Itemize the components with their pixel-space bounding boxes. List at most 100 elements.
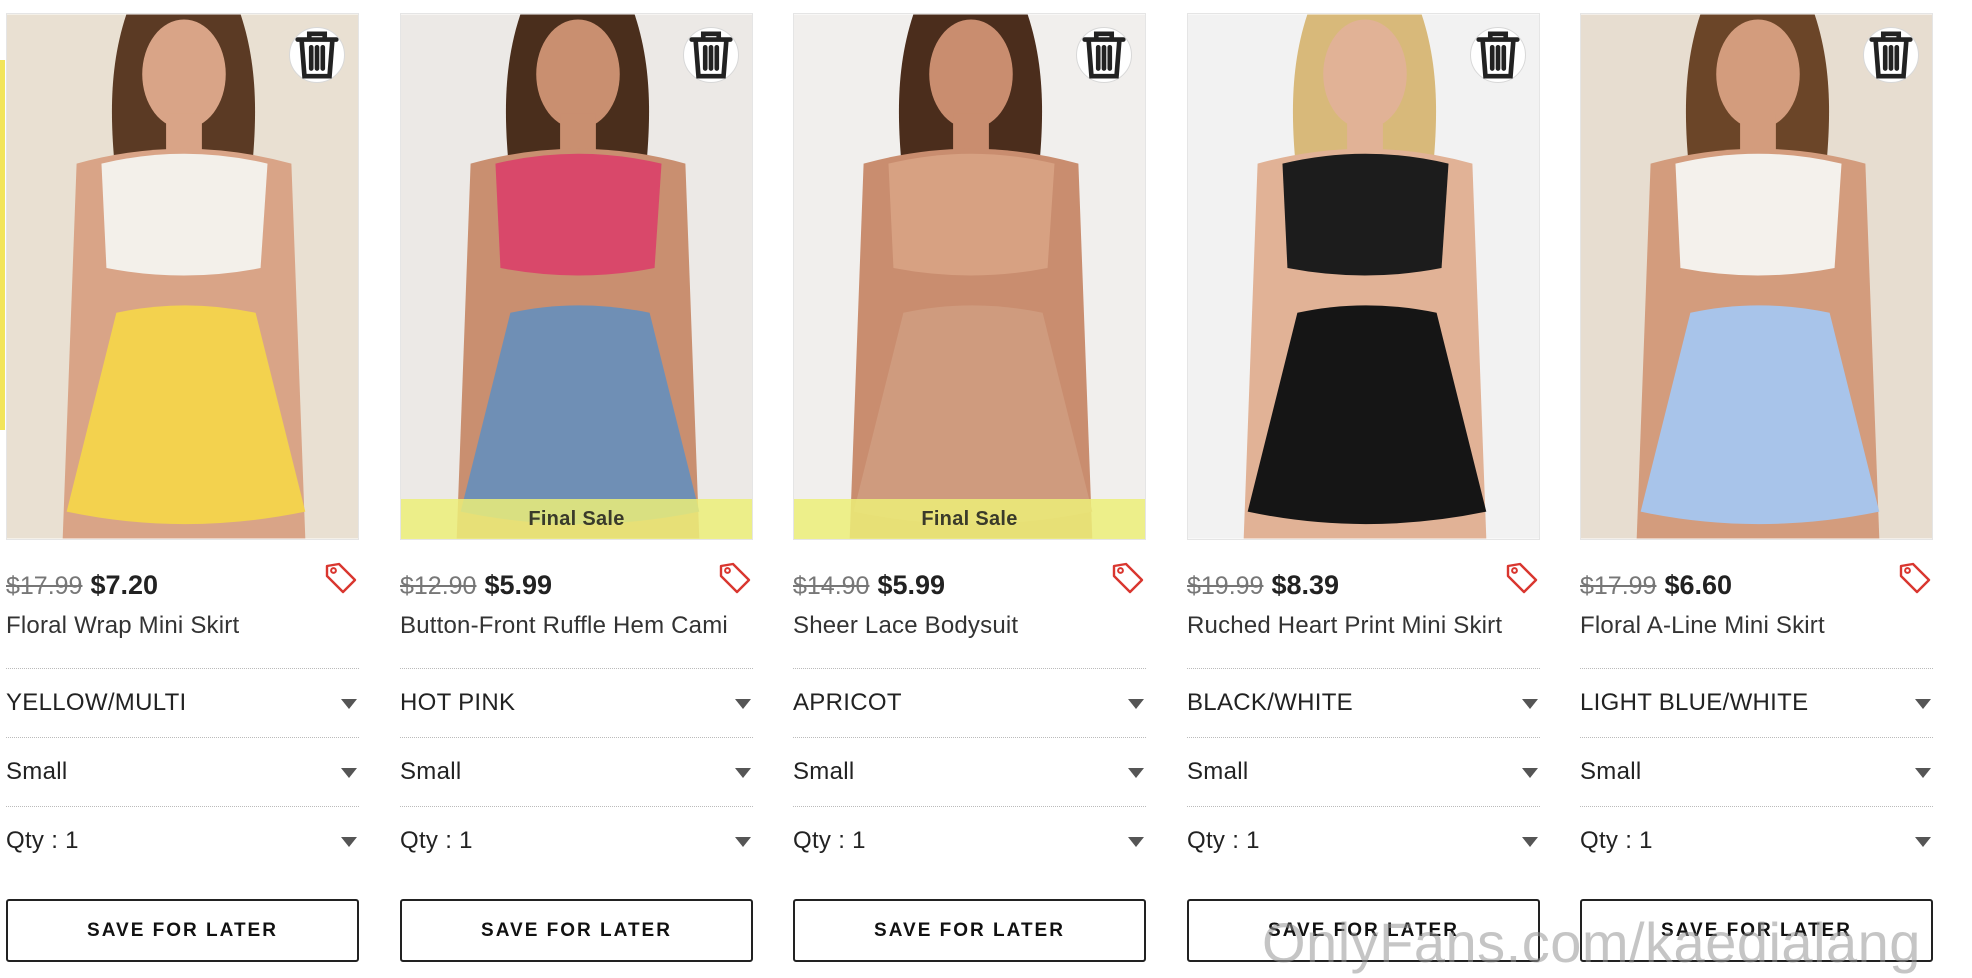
color-value: BLACK/WHITE [1187, 689, 1353, 716]
watermark: OnlyFans.com/kaedialang [1262, 911, 1921, 974]
price-row: $17.99 $6.60 [1580, 562, 1933, 608]
trash-icon [1476, 31, 1520, 79]
chevron-down-icon [1915, 699, 1931, 709]
color-select[interactable]: BLACK/WHITE [1187, 669, 1540, 738]
save-for-later-button[interactable]: SAVE FOR LATER [6, 899, 359, 962]
price-tag-icon[interactable] [1110, 560, 1146, 596]
save-for-later-button[interactable]: SAVE FOR LATER [793, 899, 1146, 962]
chevron-down-icon [1128, 699, 1144, 709]
delete-button[interactable] [1863, 27, 1919, 83]
size-value: Small [793, 758, 855, 785]
color-value: YELLOW/MULTI [6, 689, 187, 716]
size-select[interactable]: Small [1187, 738, 1540, 807]
product-card: $19.99 $8.39 Ruched Heart Print Mini Skir… [1187, 13, 1540, 962]
chevron-down-icon [735, 837, 751, 847]
model-photo [794, 14, 1145, 539]
quantity-select[interactable]: Qty : 1 [1580, 807, 1933, 875]
model-face [929, 19, 1013, 129]
price-tag-icon[interactable] [717, 560, 753, 596]
size-value: Small [1580, 758, 1642, 785]
chevron-down-icon [1915, 837, 1931, 847]
original-price: $12.90 [400, 572, 477, 600]
model-face [1323, 19, 1407, 129]
product-card: Final Sale $14.90 $5.99 Sheer Lace Bodysu… [793, 13, 1146, 962]
product-name[interactable]: Sheer Lace Bodysuit [793, 612, 1146, 642]
color-select[interactable]: YELLOW/MULTI [6, 669, 359, 738]
delete-button[interactable] [683, 27, 739, 83]
model-face [1716, 19, 1800, 129]
delete-button[interactable] [1470, 27, 1526, 83]
product-image[interactable] [1580, 13, 1933, 540]
quantity-value: Qty : 1 [793, 827, 866, 854]
chevron-down-icon [735, 768, 751, 778]
delete-button[interactable] [1076, 27, 1132, 83]
sale-price: $6.60 [1664, 570, 1733, 600]
save-for-later-button[interactable]: SAVE FOR LATER [400, 899, 753, 962]
model-top [888, 153, 1055, 276]
saved-items-grid: $17.99 $7.20 Floral Wrap Mini Skirt YELLO… [0, 0, 1972, 978]
sale-price: $8.39 [1271, 570, 1340, 600]
product-card: $17.99 $7.20 Floral Wrap Mini Skirt YELLO… [6, 13, 359, 962]
original-price: $19.99 [1187, 572, 1264, 600]
product-card: Final Sale $12.90 $5.99 Button-Front Ruff… [400, 13, 753, 962]
quantity-select[interactable]: Qty : 1 [1187, 807, 1540, 875]
model-photo [7, 14, 358, 539]
size-value: Small [400, 758, 462, 785]
model-photo [401, 14, 752, 539]
price-tag-icon[interactable] [323, 560, 359, 596]
product-image[interactable] [6, 13, 359, 540]
color-value: HOT PINK [400, 689, 516, 716]
delete-button[interactable] [289, 27, 345, 83]
chevron-down-icon [341, 699, 357, 709]
model-top [495, 153, 662, 276]
product-image[interactable]: Final Sale [400, 13, 753, 540]
size-select[interactable]: Small [1580, 738, 1933, 807]
price-tag-icon[interactable] [1897, 560, 1933, 596]
chevron-down-icon [341, 768, 357, 778]
product-image[interactable] [1187, 13, 1540, 540]
model-photo [1188, 14, 1539, 539]
model-top [1282, 153, 1449, 276]
final-sale-banner: Final Sale [794, 499, 1145, 539]
product-name[interactable]: Floral A-Line Mini Skirt [1580, 612, 1933, 642]
final-sale-banner: Final Sale [401, 499, 752, 539]
chevron-down-icon [735, 699, 751, 709]
sale-price: $5.99 [877, 570, 946, 600]
model-top [101, 153, 268, 276]
price-row: $14.90 $5.99 [793, 562, 1146, 608]
quantity-value: Qty : 1 [1580, 827, 1653, 854]
color-select[interactable]: APRICOT [793, 669, 1146, 738]
color-select[interactable]: LIGHT BLUE/WHITE [1580, 669, 1933, 738]
product-name[interactable]: Floral Wrap Mini Skirt [6, 612, 359, 642]
chevron-down-icon [1915, 768, 1931, 778]
quantity-select[interactable]: Qty : 1 [793, 807, 1146, 875]
original-price: $17.99 [1580, 572, 1657, 600]
price-tag-icon[interactable] [1504, 560, 1540, 596]
quantity-value: Qty : 1 [1187, 827, 1260, 854]
size-select[interactable]: Small [6, 738, 359, 807]
model-top [1675, 153, 1842, 276]
color-select[interactable]: HOT PINK [400, 669, 753, 738]
product-name[interactable]: Button-Front Ruffle Hem Cami [400, 612, 753, 642]
chevron-down-icon [1522, 768, 1538, 778]
trash-icon [689, 31, 733, 79]
price-row: $17.99 $7.20 [6, 562, 359, 608]
quantity-value: Qty : 1 [400, 827, 473, 854]
chevron-down-icon [1128, 768, 1144, 778]
model-face [536, 19, 620, 129]
chevron-down-icon [1522, 837, 1538, 847]
sale-price: $7.20 [90, 570, 159, 600]
quantity-select[interactable]: Qty : 1 [400, 807, 753, 875]
chevron-down-icon [341, 837, 357, 847]
trash-icon [295, 31, 339, 79]
size-select[interactable]: Small [400, 738, 753, 807]
product-image[interactable]: Final Sale [793, 13, 1146, 540]
quantity-value: Qty : 1 [6, 827, 79, 854]
product-name[interactable]: Ruched Heart Print Mini Skirt [1187, 612, 1540, 642]
original-price: $14.90 [793, 572, 870, 600]
size-value: Small [6, 758, 68, 785]
quantity-select[interactable]: Qty : 1 [6, 807, 359, 875]
size-select[interactable]: Small [793, 738, 1146, 807]
price-row: $12.90 $5.99 [400, 562, 753, 608]
price-row: $19.99 $8.39 [1187, 562, 1540, 608]
